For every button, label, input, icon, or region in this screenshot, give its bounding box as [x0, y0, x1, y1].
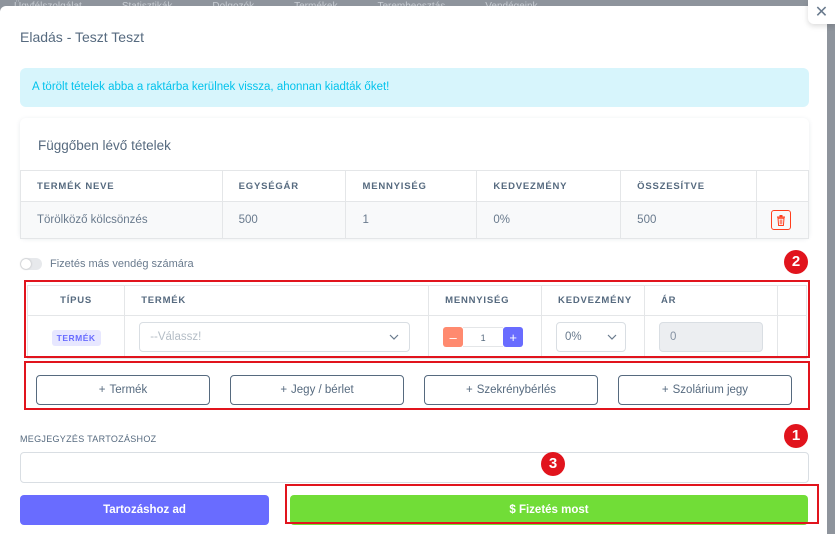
product-select[interactable]: --Válassz! [139, 322, 411, 352]
add-product-button[interactable]: + Termék [36, 375, 210, 405]
annotation-marker-2: 2 [784, 250, 808, 274]
add-ticket-pass-label: Jegy / bérlet [291, 384, 354, 396]
trash-icon [777, 214, 786, 226]
info-alert: A törölt tételek abba a raktárba kerülne… [20, 68, 809, 107]
col-product-name: TERMÉK NEVE [20, 170, 223, 202]
col-quantity: MENNYISÉG [428, 285, 543, 316]
col-quantity: MENNYISÉG [345, 170, 478, 202]
col-discount: KEDVEZMÉNY [476, 170, 622, 202]
pay-for-other-guest-toggle[interactable] [20, 258, 42, 270]
pay-now-button[interactable]: $ Fizetés most [290, 495, 808, 525]
quantity-increase-button[interactable]: + [503, 327, 524, 347]
pending-items-title: Függőben lévő tételek [38, 138, 171, 153]
add-solarium-ticket-button[interactable]: + Szolárium jegy [618, 375, 792, 405]
product-select-placeholder: --Válassz! [150, 331, 202, 343]
pay-for-other-guest-label: Fizetés más vendég számára [50, 258, 194, 270]
new-items-table: TÍPUS TERMÉK MENNYISÉG KEDVEZMÉNY ÁR TER… [26, 285, 808, 359]
cell-quantity: 1 [345, 201, 478, 239]
sale-modal: Eladás - Teszt Teszt A törölt tételek ab… [0, 6, 827, 534]
plus-icon: + [280, 384, 288, 396]
add-locker-rental-button[interactable]: + Szekrénybérlés [424, 375, 598, 405]
close-icon: ✕ [814, 4, 829, 21]
chevron-down-icon [389, 334, 399, 340]
annotation-marker-1: 1 [784, 424, 808, 448]
add-solarium-ticket-label: Szolárium jegy [672, 384, 749, 396]
quantity-decrease-button[interactable]: – [443, 327, 464, 347]
debt-note-label: MEGJEGYZÉS TARTOZÁSHOZ [20, 434, 157, 444]
cell-type: TERMÉK [26, 315, 126, 359]
cell-actions [756, 201, 809, 239]
col-product: TERMÉK [124, 285, 430, 316]
cell-discount: 0% [476, 201, 622, 239]
discount-select[interactable]: 0% [556, 322, 627, 352]
add-product-label: Termék [109, 384, 148, 396]
close-modal-button[interactable]: ✕ [808, 0, 835, 24]
table-row: TERMÉK --Válassz! – 1 + 0% 0 [26, 315, 808, 359]
pending-items-card: Függőben lévő tételek TERMÉK NEVE EGYSÉG… [20, 118, 809, 239]
col-price: ÁR [643, 285, 778, 316]
quantity-stepper: – 1 + [443, 327, 527, 347]
cell-unit-price: 500 [221, 201, 347, 239]
plus-icon: + [661, 384, 669, 396]
col-unit-price: EGYSÉGÁR [221, 170, 347, 202]
discount-value: 0% [565, 331, 582, 343]
debt-note-input[interactable] [20, 452, 809, 483]
modal-title: Eladás - Teszt Teszt [20, 29, 144, 45]
cell-discount: 0% [541, 315, 645, 359]
table-row: Törölköző kölcsönzés 500 1 0% 500 [20, 201, 809, 239]
type-badge: TERMÉK [51, 330, 101, 346]
cell-quantity: – 1 + [428, 315, 543, 359]
add-locker-rental-label: Szekrénybérlés [476, 384, 556, 396]
chevron-down-icon [607, 334, 617, 340]
quantity-input[interactable]: 1 [463, 327, 504, 347]
col-extra [776, 285, 808, 316]
plus-icon: + [98, 384, 106, 396]
price-field: 0 [658, 322, 763, 352]
add-to-debt-button[interactable]: Tartozáshoz ad [20, 495, 269, 525]
pay-for-other-guest-row: Fizetés más vendég számára [20, 258, 194, 270]
col-total: ÖSSZESÍTVE [620, 170, 758, 202]
col-discount: KEDVEZMÉNY [541, 285, 645, 316]
delete-item-button[interactable] [771, 210, 792, 230]
add-ticket-pass-button[interactable]: + Jegy / bérlet [230, 375, 404, 405]
cell-extra [776, 315, 808, 359]
col-actions [756, 170, 809, 202]
col-type: TÍPUS [26, 285, 126, 316]
cell-price: 0 [643, 315, 778, 359]
cell-total: 500 [620, 201, 758, 239]
pending-items-table: TERMÉK NEVE EGYSÉGÁR MENNYISÉG KEDVEZMÉN… [20, 170, 809, 239]
cell-product: --Válassz! [124, 315, 430, 359]
plus-icon: + [466, 384, 473, 396]
cell-product-name: Törölköző kölcsönzés [20, 201, 223, 239]
annotation-marker-3: 3 [541, 452, 565, 476]
